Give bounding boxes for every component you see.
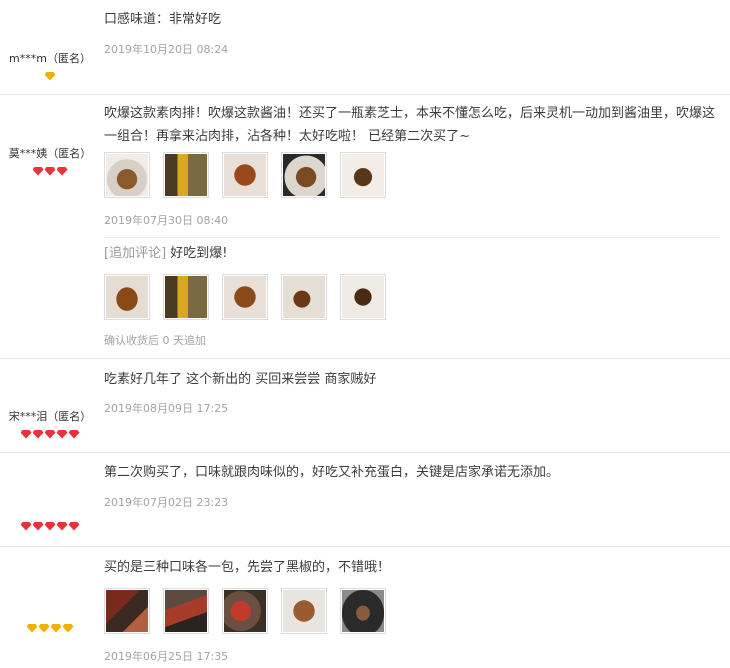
review-photo-thumbnail[interactable] xyxy=(340,274,387,320)
append-review: [追加评论] 好吃到爆! xyxy=(104,242,716,265)
diamond-badge-icon xyxy=(20,429,32,439)
review-date: 2019年10月20日 08:24 xyxy=(104,43,229,56)
review-date: 2019年06月25日 17:35 xyxy=(104,650,229,663)
review-photo-thumbnail[interactable] xyxy=(163,152,210,198)
review-photo-thumbnail[interactable] xyxy=(104,274,150,320)
reviewer-name: 莫***姨（匿名） xyxy=(8,147,92,160)
reviewer-name: 宋***泪（匿名） xyxy=(8,410,92,423)
review-text: 口感味道：非常好吃 xyxy=(104,12,222,27)
diamond-badge-icon xyxy=(56,521,68,531)
reviewer-level-badges xyxy=(0,621,100,633)
reviewer-level-badges xyxy=(0,164,100,176)
diamond-badge-icon xyxy=(32,166,44,176)
reviewer-level-badges xyxy=(0,427,100,439)
review-photo-thumbnail[interactable] xyxy=(222,588,269,634)
review-photo-thumbnail[interactable] xyxy=(281,274,328,320)
reviewer-level-badges xyxy=(0,519,100,531)
diamond-badge-icon xyxy=(56,429,68,439)
diamond-badge-icon xyxy=(56,166,68,176)
diamond-badge-icon xyxy=(20,521,32,531)
review-photos xyxy=(104,152,394,198)
review-photo-thumbnail[interactable] xyxy=(340,588,387,634)
diamond-badge-icon xyxy=(62,623,74,633)
food-photo-icon xyxy=(283,276,326,318)
append-photos xyxy=(104,274,394,320)
food-photo-icon xyxy=(165,154,208,196)
review-text: 第二次购买了，口味就跟肉味似的，好吃又补充蛋白，关键是店家承诺无添加。 xyxy=(104,465,560,480)
food-photo-icon xyxy=(283,590,326,632)
food-photo-icon xyxy=(224,590,267,632)
food-photo-icon xyxy=(106,276,148,318)
review-text: 吹爆这款素肉排！吹爆这款酱油！还买了一瓶素芝士，本来不懂怎么吃，后来灵机一动加到… xyxy=(104,106,716,144)
reviewer-info xyxy=(0,516,100,531)
reviewer-level-badges xyxy=(0,69,100,81)
review-photo-thumbnail[interactable] xyxy=(340,152,387,198)
review-item: m***m（匿名） 口感味道：非常好吃 2019年10月20日 08:24 xyxy=(0,0,730,95)
reviewer-name: m***m（匿名） xyxy=(9,52,91,65)
diamond-badge-icon xyxy=(50,623,62,633)
diamond-badge-icon xyxy=(44,429,56,439)
review-date: 2019年07月30日 08:40 xyxy=(104,214,229,227)
diamond-badge-icon xyxy=(68,429,80,439)
diamond-badge-icon xyxy=(38,623,50,633)
reviewer-info: 宋***泪（匿名） xyxy=(0,408,100,439)
review-photos xyxy=(104,588,394,634)
food-photo-icon xyxy=(165,276,208,318)
review-photo-thumbnail[interactable] xyxy=(281,152,328,198)
diamond-badge-icon xyxy=(32,429,44,439)
review-photo-thumbnail[interactable] xyxy=(163,588,210,634)
review-photo-thumbnail[interactable] xyxy=(104,588,150,634)
review-text: 吃素好几年了 这个新出的 买回来尝尝 商家贼好 xyxy=(104,372,377,387)
review-photo-thumbnail[interactable] xyxy=(104,152,150,198)
reviewer-info: m***m（匿名） xyxy=(0,50,100,81)
food-photo-icon xyxy=(165,590,208,632)
food-photo-icon xyxy=(342,590,385,632)
reviewer-info: 莫***姨（匿名） xyxy=(0,145,100,176)
food-photo-icon xyxy=(224,154,267,196)
append-label: [追加评论] xyxy=(104,246,167,261)
food-photo-icon xyxy=(224,276,267,318)
diamond-badge-icon xyxy=(44,521,56,531)
diamond-badge-icon xyxy=(32,521,44,531)
append-text: 好吃到爆! xyxy=(170,246,228,261)
food-photo-icon xyxy=(342,154,385,196)
food-photo-icon xyxy=(106,590,148,632)
diamond-badge-icon xyxy=(44,71,56,81)
review-text: 买的是三种口味各一包，先尝了黑椒的，不错哦！ xyxy=(104,560,391,575)
review-photo-thumbnail[interactable] xyxy=(222,274,269,320)
review-item: 莫***姨（匿名） 吹爆这款素肉排！吹爆这款酱油！还买了一瓶素芝士，本来不懂怎么… xyxy=(0,94,730,359)
review-photo-thumbnail[interactable] xyxy=(222,152,269,198)
food-photo-icon xyxy=(283,154,326,196)
reviewer-info xyxy=(0,618,100,633)
review-item: 第二次购买了，口味就跟肉味似的，好吃又补充蛋白，关键是店家承诺无添加。 2019… xyxy=(0,452,730,547)
review-date: 2019年07月02日 23:23 xyxy=(104,496,229,509)
review-photo-thumbnail[interactable] xyxy=(281,588,328,634)
append-time-note: 确认收货后 0 天追加 xyxy=(104,334,206,347)
divider xyxy=(104,237,720,238)
review-item: 宋***泪（匿名） 吃素好几年了 这个新出的 买回来尝尝 商家贼好 2019年0… xyxy=(0,358,730,453)
diamond-badge-icon xyxy=(44,166,56,176)
review-date: 2019年08月09日 17:25 xyxy=(104,402,229,415)
review-photo-thumbnail[interactable] xyxy=(163,274,210,320)
review-item: 买的是三种口味各一包，先尝了黑椒的，不错哦！ 2019年06月25日 17:35 xyxy=(0,546,730,668)
food-photo-icon xyxy=(342,276,385,318)
diamond-badge-icon xyxy=(26,623,38,633)
diamond-badge-icon xyxy=(68,521,80,531)
food-photo-icon xyxy=(106,154,148,196)
